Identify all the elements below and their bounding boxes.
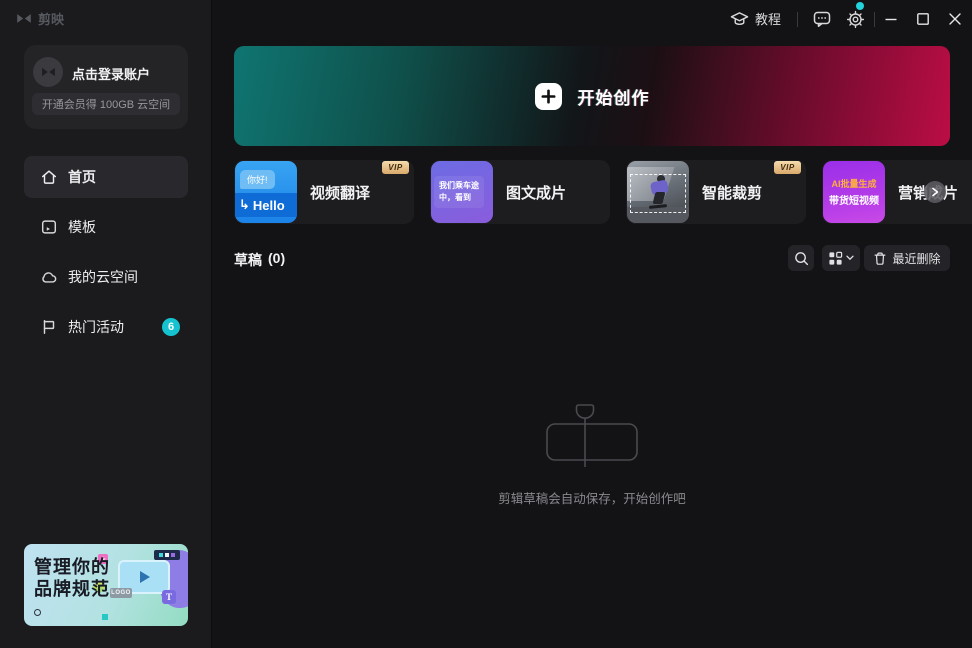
text-tool-chip: T bbox=[162, 590, 176, 604]
start-creating-button[interactable]: 开始创作 bbox=[234, 46, 950, 146]
search-icon bbox=[793, 250, 810, 267]
plus-icon bbox=[535, 83, 562, 110]
square-decor bbox=[102, 614, 108, 620]
brand-promo-banner[interactable]: LOGO T + 管理你的 品牌规范 bbox=[24, 544, 188, 626]
home-icon bbox=[40, 168, 58, 186]
empty-drafts-illustration bbox=[544, 402, 640, 472]
sidebar-item-label: 模板 bbox=[68, 217, 96, 237]
feature-label: 视频翻译 bbox=[310, 160, 370, 224]
view-mode-button[interactable] bbox=[822, 245, 860, 271]
flag-icon bbox=[40, 318, 58, 336]
vip-badge: VIP bbox=[774, 161, 801, 174]
sidebar-item-label: 首页 bbox=[68, 167, 96, 187]
sidebar: 剪映 点击登录账户 开通会员得 100GB 云空间 首页 bbox=[0, 0, 212, 648]
thumb-text-line1: 我们乘车途 bbox=[439, 180, 479, 192]
tutorial-label: 教程 bbox=[755, 9, 781, 28]
titlebar-divider bbox=[797, 12, 798, 27]
text-to-video-thumbnail: 我们乘车途 中，看到 bbox=[431, 161, 493, 223]
template-icon bbox=[40, 218, 58, 236]
marketing-video-thumbnail: AI批量生成 带货短视频 bbox=[823, 161, 885, 223]
maximize-button[interactable] bbox=[912, 8, 934, 30]
close-icon bbox=[948, 12, 962, 26]
sidebar-item-cloud[interactable]: 我的云空间 bbox=[24, 256, 188, 298]
minimize-icon bbox=[884, 12, 898, 26]
app-window: 剪映 点击登录账户 开通会员得 100GB 云空间 首页 bbox=[0, 0, 972, 648]
sidebar-item-home[interactable]: 首页 bbox=[24, 156, 188, 198]
notification-dot bbox=[856, 2, 864, 10]
login-card[interactable]: 点击登录账户 开通会员得 100GB 云空间 bbox=[24, 45, 188, 129]
smart-crop-thumbnail bbox=[627, 161, 689, 223]
feedback-bubble-icon bbox=[812, 9, 832, 29]
avatar-logo-icon bbox=[41, 66, 56, 78]
feature-card-video-translate[interactable]: 你好! ↳ Hello 视频翻译 VIP bbox=[234, 160, 414, 224]
video-translate-thumbnail: 你好! ↳ Hello bbox=[235, 161, 297, 223]
feature-card-smart-crop[interactable]: 智能裁剪 VIP bbox=[626, 160, 806, 224]
app-logo: 剪映 bbox=[16, 9, 64, 28]
logo-chip: LOGO bbox=[110, 588, 132, 598]
crop-selection-frame bbox=[630, 174, 686, 213]
thumb-bubble-bottom: ↳ Hello bbox=[235, 193, 297, 217]
thumb-text-line2: 带货短视频 bbox=[829, 192, 879, 207]
drafts-title-text: 草稿 bbox=[234, 250, 262, 270]
trash-icon bbox=[873, 251, 887, 266]
arrow-glyph: ↳ bbox=[239, 197, 250, 213]
activities-badge: 6 bbox=[162, 318, 180, 336]
drafts-title: 草稿 (0) bbox=[234, 250, 285, 270]
tutorial-button[interactable]: 教程 bbox=[730, 9, 781, 28]
gear-icon bbox=[845, 9, 866, 30]
grid-view-icon bbox=[828, 251, 843, 266]
feature-card-marketing-video[interactable]: AI批量生成 带货短视频 营销成片 bbox=[822, 160, 972, 224]
sidebar-item-templates[interactable]: 模板 bbox=[24, 206, 188, 248]
titlebar-divider bbox=[874, 12, 875, 27]
feature-card-text-to-video[interactable]: 我们乘车途 中，看到 图文成片 bbox=[430, 160, 610, 224]
vip-badge: VIP bbox=[382, 161, 409, 174]
sidebar-item-activities[interactable]: 热门活动 6 bbox=[24, 306, 188, 348]
footnote-logo-icon bbox=[34, 609, 41, 616]
avatar[interactable] bbox=[33, 57, 63, 87]
thumb-text-line2: 中，看到 bbox=[439, 192, 479, 204]
recently-deleted-button[interactable]: 最近删除 bbox=[864, 245, 950, 271]
chevron-down-icon bbox=[846, 255, 854, 261]
search-button[interactable] bbox=[788, 245, 814, 271]
recently-deleted-label: 最近删除 bbox=[892, 250, 940, 267]
chevron-right-icon bbox=[930, 187, 940, 197]
carousel-next-button[interactable] bbox=[924, 181, 946, 203]
graduation-cap-icon bbox=[730, 10, 749, 28]
play-icon bbox=[140, 571, 150, 583]
thumb-bubble-top: 你好! bbox=[240, 170, 275, 189]
settings-button[interactable] bbox=[844, 8, 866, 30]
brand-banner-line2: 品牌规范 bbox=[34, 578, 110, 600]
app-logo-text: 剪映 bbox=[38, 9, 64, 28]
start-creating-label: 开始创作 bbox=[578, 84, 650, 109]
brand-banner-line1: 管理你的 bbox=[34, 556, 110, 578]
hello-text: Hello bbox=[253, 198, 285, 213]
feature-label: 图文成片 bbox=[506, 160, 566, 224]
brand-banner-title: 管理你的 品牌规范 bbox=[34, 556, 110, 600]
palette-illustration bbox=[154, 550, 180, 560]
cloud-icon bbox=[40, 268, 58, 286]
sidebar-item-label: 热门活动 bbox=[68, 317, 124, 337]
capcut-logo-icon bbox=[16, 12, 32, 25]
brand-banner-footnote bbox=[34, 609, 44, 616]
feedback-button[interactable] bbox=[811, 8, 833, 30]
sidebar-item-label: 我的云空间 bbox=[68, 267, 138, 287]
close-button[interactable] bbox=[944, 8, 966, 30]
login-title[interactable]: 点击登录账户 bbox=[72, 64, 150, 83]
maximize-icon bbox=[916, 12, 930, 26]
sidebar-nav: 首页 模板 我的云空间 bbox=[24, 156, 188, 356]
empty-drafts-message: 剪辑草稿会自动保存，开始创作吧 bbox=[212, 488, 972, 507]
feature-label: 智能裁剪 bbox=[702, 160, 762, 224]
thumb-text-line1: AI批量生成 bbox=[831, 177, 876, 190]
minimize-button[interactable] bbox=[880, 8, 902, 30]
drafts-count: (0) bbox=[268, 250, 285, 270]
membership-promo[interactable]: 开通会员得 100GB 云空间 bbox=[32, 93, 180, 115]
